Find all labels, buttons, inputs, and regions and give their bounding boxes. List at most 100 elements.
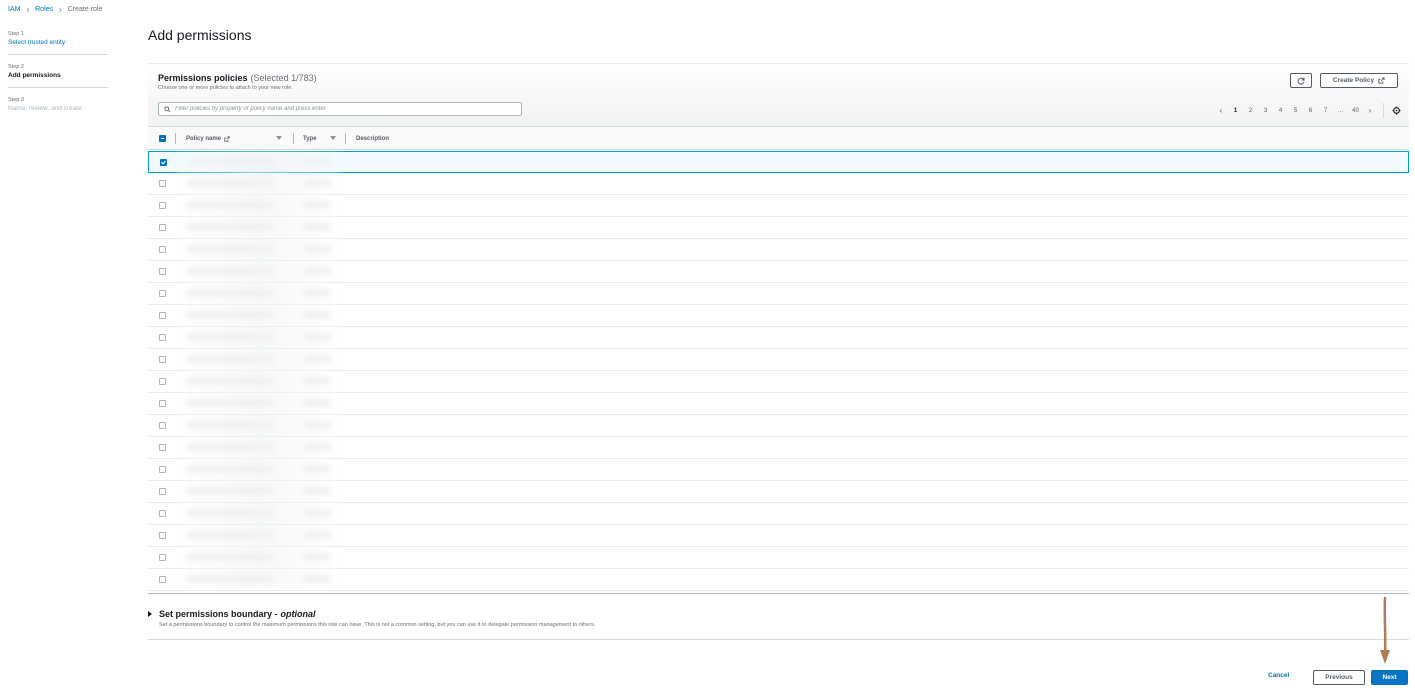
column-header-policy-name[interactable]: Policy name <box>186 127 230 150</box>
page-2[interactable]: 2 <box>1243 108 1258 114</box>
next-button[interactable]: Next <box>1371 670 1408 685</box>
table-row[interactable] <box>148 239 1409 261</box>
row-checkbox[interactable] <box>159 510 166 517</box>
redacted-policy-type <box>303 245 331 253</box>
step-link-select-trusted-entity[interactable]: Select trusted entity <box>8 38 108 47</box>
row-checkbox[interactable] <box>159 576 166 583</box>
row-checkbox[interactable] <box>159 356 166 363</box>
annotation-arrow-icon <box>1380 596 1390 664</box>
table-row[interactable] <box>148 305 1409 327</box>
row-checkbox[interactable] <box>160 159 167 166</box>
boundary-title: Set permissions boundary - optional <box>159 609 316 619</box>
row-checkbox[interactable] <box>159 268 166 275</box>
row-checkbox[interactable] <box>159 180 166 187</box>
chevron-right-icon: › <box>59 5 62 14</box>
column-header-description[interactable]: Description <box>356 127 389 150</box>
row-checkbox[interactable] <box>159 422 166 429</box>
redacted-policy-name <box>186 179 274 187</box>
step-number: Step 1 <box>8 31 24 37</box>
table-row[interactable] <box>148 261 1409 283</box>
permissions-boundary-section: Set permissions boundary - optional Set a… <box>148 593 1409 640</box>
redacted-policy-type <box>303 267 331 275</box>
select-all-checkbox[interactable] <box>159 135 166 142</box>
table-row[interactable] <box>148 459 1409 481</box>
redacted-policy-type <box>303 487 331 495</box>
redacted-policy-name <box>186 443 274 451</box>
row-checkbox[interactable] <box>159 466 166 473</box>
create-policy-label: Create Policy <box>1332 77 1375 84</box>
sort-down-icon[interactable] <box>330 136 336 140</box>
table-row[interactable] <box>148 151 1409 173</box>
row-checkbox[interactable] <box>159 224 166 231</box>
redacted-policy-name <box>186 245 274 253</box>
page-3[interactable]: 3 <box>1258 108 1273 114</box>
page-4[interactable]: 4 <box>1273 108 1288 114</box>
step-number: Step 3 <box>8 97 24 103</box>
table-row[interactable] <box>148 195 1409 217</box>
redacted-policy-name <box>186 399 274 407</box>
create-policy-button[interactable]: Create Policy <box>1320 73 1398 88</box>
table-row[interactable] <box>148 393 1409 415</box>
column-divider <box>345 133 346 144</box>
redacted-policy-type <box>304 158 332 166</box>
refresh-button[interactable] <box>1290 73 1312 88</box>
breadcrumb-iam-link[interactable]: IAM <box>8 6 20 13</box>
wizard-steps: Step 1 Select trusted entity Step 2 Add … <box>8 30 108 120</box>
table-row[interactable] <box>148 503 1409 525</box>
table-row[interactable] <box>148 283 1409 305</box>
row-checkbox[interactable] <box>159 444 166 451</box>
row-checkbox[interactable] <box>159 532 166 539</box>
chevron-left-icon[interactable]: ‹ <box>1214 106 1228 115</box>
page-6[interactable]: 6 <box>1303 108 1318 114</box>
policy-table-body <box>148 151 1409 591</box>
permissions-boundary-toggle[interactable]: Set permissions boundary - optional <box>148 609 316 619</box>
redacted-policy-name <box>186 267 274 275</box>
table-row[interactable] <box>148 569 1409 591</box>
row-checkbox[interactable] <box>159 290 166 297</box>
preferences-button[interactable] <box>1390 105 1402 117</box>
table-header: Policy name Type Description <box>148 127 1409 150</box>
step-1: Step 1 Select trusted entity <box>8 30 108 54</box>
page-5[interactable]: 5 <box>1288 108 1303 114</box>
table-row[interactable] <box>148 173 1409 195</box>
redacted-policy-name <box>186 289 274 297</box>
sort-down-icon[interactable] <box>276 136 282 140</box>
policy-search-input[interactable] <box>175 106 521 112</box>
table-row[interactable] <box>148 415 1409 437</box>
table-row[interactable] <box>148 327 1409 349</box>
cancel-button[interactable]: Cancel <box>1268 672 1289 679</box>
settings-icon <box>1392 106 1400 115</box>
column-divider <box>293 133 294 144</box>
page-7[interactable]: 7 <box>1318 108 1333 114</box>
breadcrumb-roles-link[interactable]: Roles <box>35 6 53 13</box>
row-checkbox[interactable] <box>159 400 166 407</box>
page-1[interactable]: 1 <box>1228 108 1243 114</box>
table-row[interactable] <box>148 481 1409 503</box>
step-label-name-review-create: Name, review, and create <box>8 105 82 112</box>
row-checkbox[interactable] <box>159 246 166 253</box>
table-row[interactable] <box>148 217 1409 239</box>
page-last[interactable]: 40 <box>1348 108 1363 114</box>
redacted-policy-type <box>303 223 331 231</box>
table-row[interactable] <box>148 547 1409 569</box>
row-checkbox[interactable] <box>159 312 166 319</box>
column-header-type[interactable]: Type <box>303 127 317 150</box>
table-row[interactable] <box>148 525 1409 547</box>
table-row[interactable] <box>148 371 1409 393</box>
redacted-policy-name <box>186 531 274 539</box>
row-checkbox[interactable] <box>159 488 166 495</box>
table-row[interactable] <box>148 349 1409 371</box>
row-checkbox[interactable] <box>159 202 166 209</box>
row-checkbox[interactable] <box>159 334 166 341</box>
redacted-policy-type <box>303 465 331 473</box>
chevron-right-icon[interactable]: › <box>1363 106 1377 115</box>
row-checkbox[interactable] <box>159 378 166 385</box>
redacted-policy-type <box>303 179 331 187</box>
table-row[interactable] <box>148 437 1409 459</box>
boundary-description: Set a permissions boundary to control th… <box>159 622 596 628</box>
redacted-policy-name <box>186 487 274 495</box>
boundary-optional: optional <box>280 609 316 619</box>
policy-search-box <box>158 102 522 116</box>
previous-button[interactable]: Previous <box>1313 670 1365 685</box>
row-checkbox[interactable] <box>159 554 166 561</box>
